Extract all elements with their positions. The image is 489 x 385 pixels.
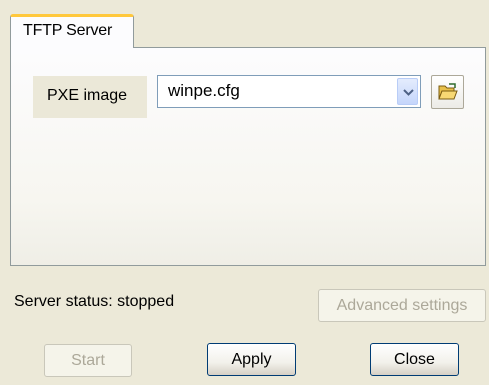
open-folder-icon (438, 83, 458, 100)
tab-tftp-server[interactable]: TFTP Server (10, 14, 134, 48)
advanced-settings-button[interactable]: Advanced settings (318, 289, 486, 322)
start-button[interactable]: Start (44, 344, 132, 377)
pxe-image-label-box: PXE image (33, 76, 147, 118)
pxe-image-combobox[interactable]: winpe.cfg (157, 75, 421, 108)
close-button[interactable]: Close (370, 343, 459, 376)
apply-button[interactable]: Apply (207, 343, 296, 376)
tab-label: TFTP Server (23, 22, 113, 39)
pxe-image-label: PXE image (47, 87, 128, 104)
dropdown-button[interactable] (397, 78, 418, 105)
pxe-image-value: winpe.cfg (168, 81, 240, 100)
chevron-down-icon (403, 89, 414, 96)
browse-button[interactable] (431, 75, 464, 109)
server-status-text: Server status: stopped (14, 293, 175, 310)
tab-panel-tftp-server: PXE image winpe.cfg (10, 47, 486, 266)
